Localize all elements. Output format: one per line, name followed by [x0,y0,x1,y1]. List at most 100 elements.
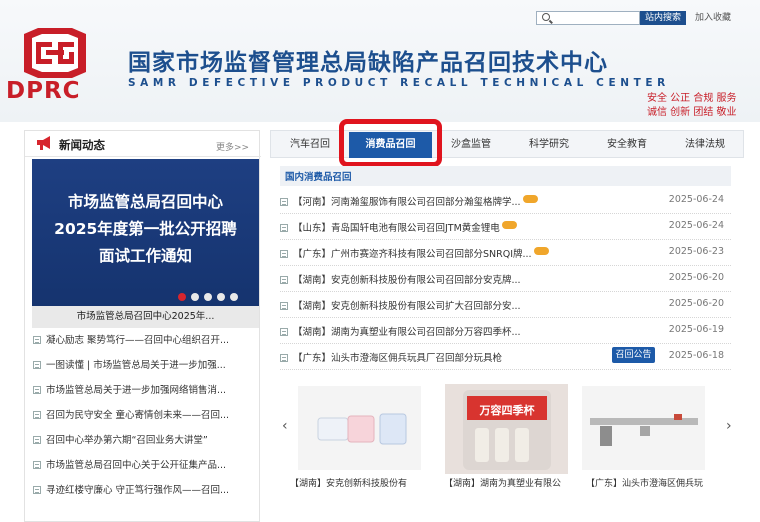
news-list-item[interactable]: 召回中心举办第六期“召回业务大讲堂” [33,431,255,451]
news-list-item[interactable]: 一图读懂 | 市场监管总局关于进一步加强... [33,356,255,376]
doc-icon [280,224,288,232]
recall-date: 2025-06-20 [668,298,724,309]
news-item-text: 凝心励志 聚势笃行——召回中心组织召开... [46,335,230,346]
recall-row[interactable]: 【湖南】湖南为真塑业有限公司召回部分万容四季杯... 2025-06-19 [280,318,731,344]
recall-title-text: 【河南】河南瀚玺服饰有限公司召回部分瀚玺格牌学... [293,197,521,208]
recall-title: 【广东】汕头市澄海区佣兵玩具厂召回部分玩具枪 [280,350,502,364]
doc-icon [280,354,288,362]
news-item-text: 市场监管总局关于进一步加强网络销售消... [46,385,227,396]
recall-title: 【湖南】安克创新科技股份有限公司召回部分安克牌... [280,272,521,286]
chevron-right-icon[interactable]: › [726,418,732,434]
section-header: 国内消费品召回 [280,166,731,186]
tab-auto-recall[interactable]: 汽车召回 [271,131,349,159]
news-item-text: 召回中心举办第六期“召回业务大讲堂” [46,435,208,446]
news-list-item[interactable]: 召回为民守安全 童心寄情创未来——召回... [33,406,255,426]
news-panel: 新闻动态 更多>> 市场监管总局召回中心 2025年度第一批公开招聘 面试工作通… [24,130,261,522]
doc-icon [33,386,41,394]
doc-icon [33,361,41,369]
carousel-caption[interactable]: 【湖南】湖南为真塑业有限公 [444,476,572,489]
recall-notice-badge[interactable]: 召回公告 [612,347,655,363]
product-image-toy-gun[interactable] [582,386,705,470]
carousel-caption[interactable]: 【湖南】安克创新科技股份有 [290,476,418,489]
recall-title: 【山东】青岛国轩电池有限公司召回JTM黄金锂电 [280,220,517,234]
news-item-text: 市场监管总局召回中心关于公开征集产品... [46,460,227,471]
doc-icon [33,486,41,494]
news-item-text: 召回为民守安全 童心寄情创未来——召回... [46,410,230,421]
product-package-label: 万容四季杯 [479,404,535,417]
news-list-item[interactable]: 市场监管总局关于进一步加强网络销售消... [33,381,255,401]
doc-icon [280,328,288,336]
recall-row[interactable]: 【广东】汕头市澄海区佣兵玩具厂召回部分玩具枪 召回公告 2025-06-18 [280,344,731,370]
news-item-text: 寻迹红楼守廉心 守正笃行强作风——召回... [46,485,230,496]
doc-icon [280,302,288,310]
chevron-left-icon[interactable]: ‹ [282,418,288,434]
search-input[interactable] [536,11,640,25]
recall-row[interactable]: 【湖南】安克创新科技股份有限公司召回部分安克牌... 2025-06-20 [280,266,731,292]
banner-dot[interactable] [217,293,225,301]
tab-research[interactable]: 科学研究 [510,131,588,159]
carousel-caption[interactable]: 【广东】汕头市澄海区佣兵玩 [586,476,714,489]
tab-safety-education[interactable]: 安全教育 [588,131,666,159]
add-favorite-link[interactable]: 加入收藏 [695,11,731,25]
news-more-link[interactable]: 更多>> [216,140,249,153]
news-banner[interactable]: 市场监管总局召回中心 2025年度第一批公开招聘 面试工作通知 [32,159,259,309]
recall-title-text: 【湖南】安克创新科技股份有限公司召回部分安克牌... [293,275,521,286]
recall-row[interactable]: 【山东】青岛国轩电池有限公司召回JTM黄金锂电 2025-06-24 [280,214,731,240]
banner-headline: 市场监管总局召回中心 2025年度第一批公开招聘 面试工作通知 [32,189,259,270]
tab-sandbox[interactable]: 沙盒监管 [432,131,510,159]
new-badge-icon [522,195,538,203]
news-panel-header: 新闻动态 更多>> [25,131,261,157]
product-image-power-bank[interactable] [298,386,421,470]
search-button[interactable]: 站内搜索 [640,11,686,25]
recall-title: 【河南】河南瀚玺服饰有限公司召回部分瀚玺格牌学... [280,194,538,208]
recall-date: 2025-06-19 [668,324,724,335]
banner-pagination [178,291,243,301]
banner-dot[interactable] [191,293,199,301]
news-list-item[interactable]: 寻迹红楼守廉心 守正笃行强作风——召回... [33,481,255,501]
core-values-line-2: 诚信 创新 团结 敬业 [647,107,737,118]
recall-date: 2025-06-18 [668,350,724,361]
recall-row[interactable]: 【广东】广州市赛迩齐科技有限公司召回部分SNRQI牌... 2025-06-23 [280,240,731,266]
recall-date: 2025-06-24 [668,220,724,231]
site-title: 国家市场监督管理总局缺陷产品召回技术中心 [128,50,608,76]
banner-dot[interactable] [230,293,238,301]
banner-caption[interactable]: 市场监管总局召回中心2025年... [32,306,259,328]
banner-dot[interactable] [204,293,212,301]
recall-row[interactable]: 【河南】河南瀚玺服饰有限公司召回部分瀚玺格牌学... 2025-06-24 [280,188,731,214]
banner-line: 市场监管总局召回中心 [67,193,223,211]
logo-text: DPRC [6,78,81,104]
recall-title-text: 【湖南】安克创新科技股份有限公司扩大召回部分安... [293,301,521,312]
new-badge-icon [533,247,549,255]
recall-title: 【广东】广州市赛迩齐科技有限公司召回部分SNRQI牌... [280,246,549,260]
product-image-cup-set[interactable]: 万容四季杯 [445,384,568,474]
doc-icon [280,250,288,258]
news-item-text: 一图读懂 | 市场监管总局关于进一步加强... [46,360,226,371]
recall-title-text: 【湖南】湖南为真塑业有限公司召回部分万容四季杯... [293,327,521,338]
recall-date: 2025-06-24 [668,194,724,205]
recall-date: 2025-06-20 [668,272,724,283]
news-list-item[interactable]: 凝心励志 聚势笃行——召回中心组织召开... [33,331,255,351]
recall-title-text: 【广东】广州市赛迩齐科技有限公司召回部分SNRQI牌... [293,249,532,260]
core-values-line-1: 安全 公正 合规 服务 [647,93,737,104]
recall-title: 【湖南】湖南为真塑业有限公司召回部分万容四季杯... [280,324,521,338]
recall-title-text: 【广东】汕头市澄海区佣兵玩具厂召回部分玩具枪 [293,353,503,364]
banner-line: 面试工作通知 [98,247,192,265]
banner-line: 2025年度第一批公开招聘 [54,220,237,238]
doc-icon [280,276,288,284]
doc-icon [280,198,288,206]
doc-icon [33,411,41,419]
recall-title-text: 【山东】青岛国轩电池有限公司召回JTM黄金锂电 [293,223,500,234]
recall-date: 2025-06-23 [668,246,724,257]
section-title: 国内消费品召回 [285,172,352,183]
megaphone-icon [37,136,50,150]
recall-row[interactable]: 【湖南】安克创新科技股份有限公司扩大召回部分安... 2025-06-20 [280,292,731,318]
banner-dot[interactable] [178,293,186,301]
doc-icon [33,336,41,344]
tab-laws[interactable]: 法律法规 [666,131,744,159]
highlight-annotation [339,119,442,167]
doc-icon [33,461,41,469]
site-subtitle: SAMR DEFECTIVE PRODUCT RECALL TECHNICAL … [128,77,670,89]
doc-icon [33,436,41,444]
recall-title: 【湖南】安克创新科技股份有限公司扩大召回部分安... [280,298,521,312]
news-list-item[interactable]: 市场监管总局召回中心关于公开征集产品... [33,456,255,476]
